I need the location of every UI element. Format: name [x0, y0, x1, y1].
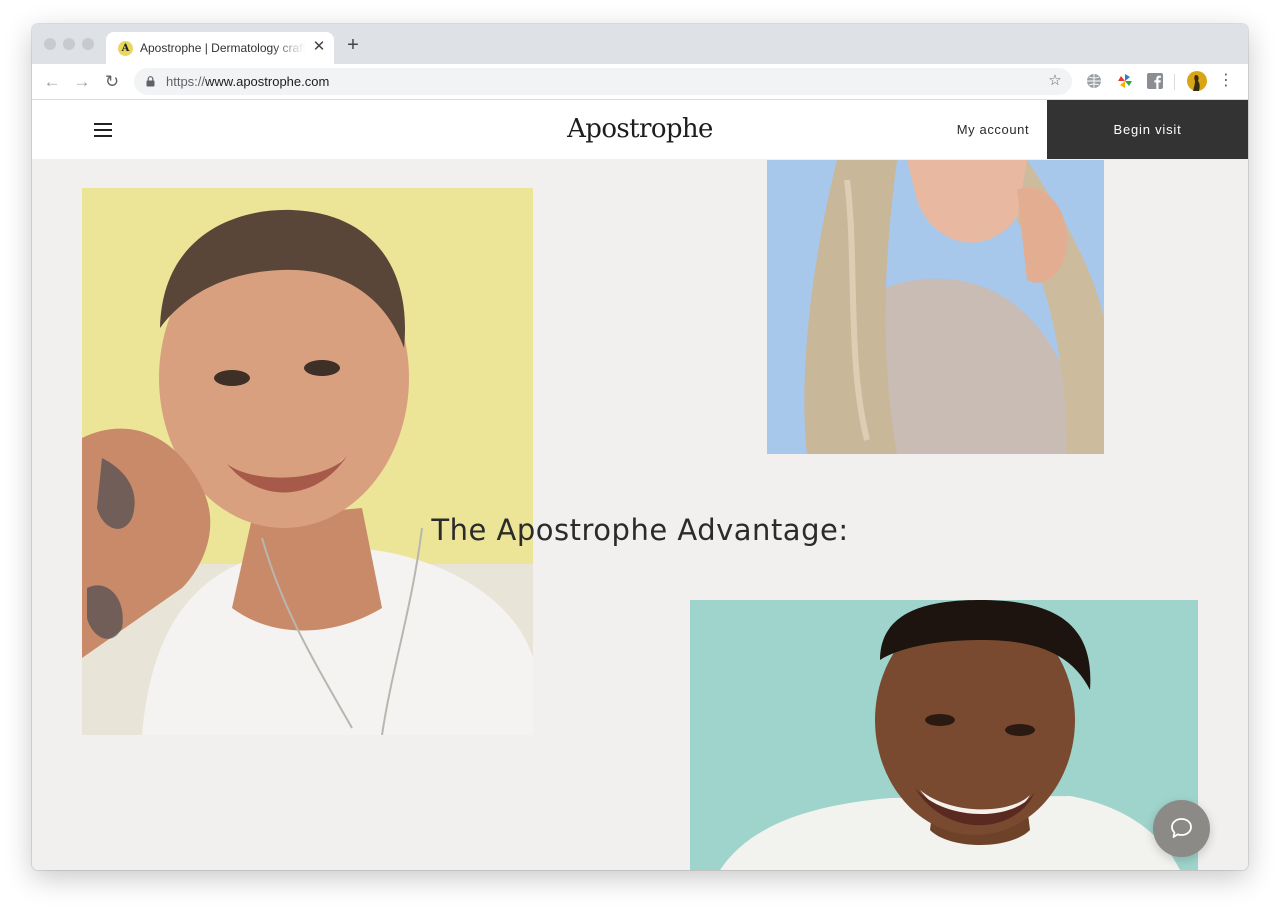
lock-icon [146, 76, 155, 87]
new-tab-button[interactable]: + [342, 34, 364, 56]
browser-window: A Apostrophe | Dermatology crafted ✕ + ←… [32, 24, 1248, 870]
bookmark-star-icon[interactable]: ☆ [1046, 72, 1064, 90]
portrait-photo-woman-yellow [82, 188, 533, 735]
site-header: Apostrophe My account Begin visit [32, 100, 1248, 159]
close-window-button[interactable] [44, 38, 56, 50]
site-favicon-icon: A [118, 41, 133, 56]
section-headline: The Apostrophe Advantage: [431, 513, 849, 547]
back-arrow-icon[interactable]: ← [40, 70, 64, 94]
begin-visit-button[interactable]: Begin visit [1047, 100, 1248, 159]
close-tab-icon[interactable]: ✕ [310, 38, 328, 56]
tab-title: Apostrophe | Dermatology crafted [140, 41, 305, 55]
tab-strip: A Apostrophe | Dermatology crafted ✕ + [32, 24, 1248, 64]
url-host: www.apostrophe.com [205, 74, 330, 89]
reload-icon[interactable]: ↻ [100, 70, 124, 94]
facebook-icon[interactable] [1146, 72, 1164, 90]
site-logo[interactable]: Apostrophe [472, 112, 808, 146]
browser-toolbar: ← → ↻ https://www.apostrophe.com ☆ ⋮ [32, 64, 1248, 100]
chat-bubble-icon [1171, 818, 1192, 838]
url-text: https://www.apostrophe.com [166, 73, 329, 90]
forward-arrow-icon[interactable]: → [70, 70, 94, 94]
pinwheel-icon[interactable] [1116, 72, 1134, 90]
portrait-photo-woman-blue [767, 160, 1104, 454]
minimize-window-button[interactable] [63, 38, 75, 50]
portrait-photo-man-teal [690, 600, 1198, 870]
url-protocol: https:// [166, 74, 206, 89]
zoom-window-button[interactable] [82, 38, 94, 50]
page-viewport: Apostrophe My account Begin visit The Ap… [32, 100, 1248, 870]
globe-icon[interactable] [1085, 72, 1103, 90]
browser-menu-icon[interactable]: ⋮ [1218, 71, 1234, 91]
my-account-link[interactable]: My account [938, 120, 1048, 140]
profile-avatar[interactable] [1187, 71, 1207, 91]
hamburger-menu-icon[interactable] [94, 123, 112, 137]
chat-support-button[interactable] [1153, 800, 1210, 857]
address-bar[interactable]: https://www.apostrophe.com ☆ [134, 68, 1072, 95]
toolbar-separator [1174, 74, 1175, 90]
active-tab[interactable]: A Apostrophe | Dermatology crafted ✕ [106, 32, 334, 64]
